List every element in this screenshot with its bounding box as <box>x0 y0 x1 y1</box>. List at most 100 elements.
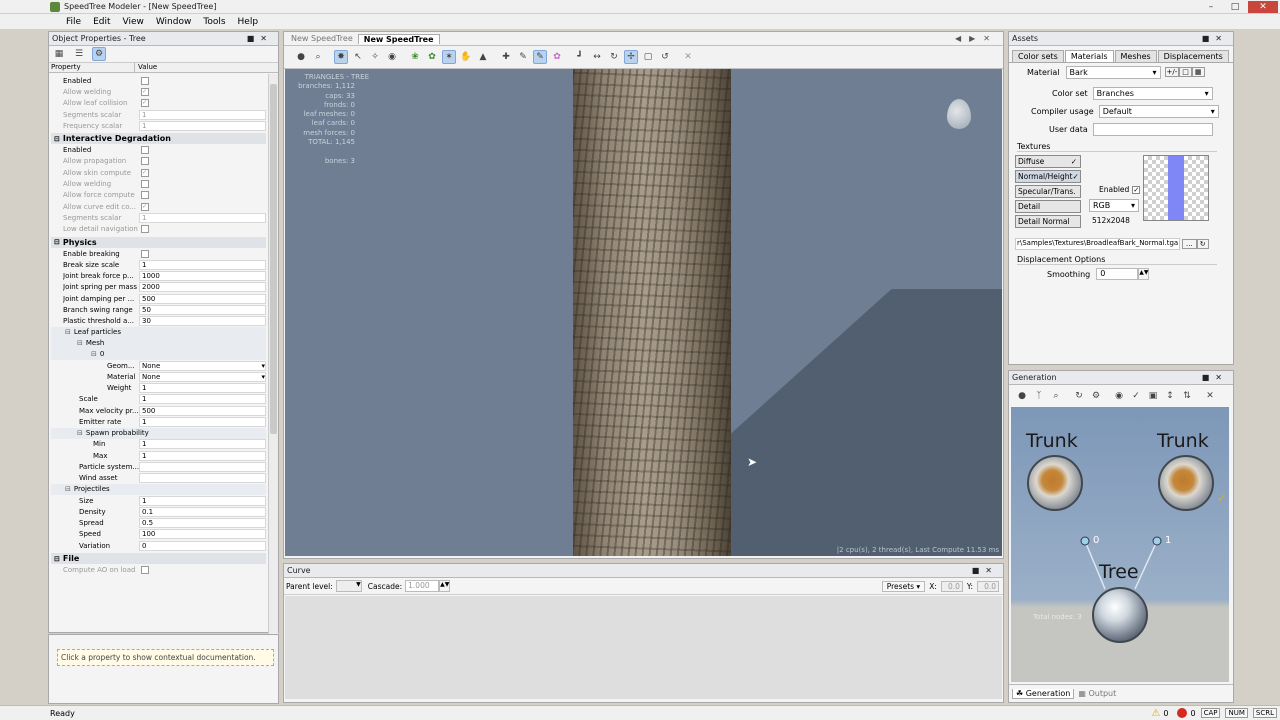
select-tree-icon[interactable]: ✸ <box>334 50 348 64</box>
property-row[interactable]: Size 1 <box>51 495 266 506</box>
property-value[interactable]: 1 <box>139 439 266 450</box>
property-row[interactable]: Allow leaf collision ✓ <box>51 98 266 109</box>
property-row[interactable]: Max velocity pr... 500 <box>51 405 266 416</box>
tab-generation[interactable]: ☘ Generation <box>1012 688 1075 699</box>
y-input[interactable]: 0.0 <box>977 580 999 592</box>
tab-new-speedtree-2[interactable]: New SpeedTree <box>357 33 440 44</box>
gen-check-icon[interactable]: ✓ <box>1129 389 1143 403</box>
collapse-icon[interactable]: ⊟ <box>77 429 83 437</box>
tab-nav-icons[interactable]: ◀▶✕ <box>955 34 998 43</box>
3d-viewport[interactable]: TRIANGLES - TREE branches: 1,112 caps: 33 f… <box>285 69 1002 556</box>
property-row[interactable]: Plastic threshold a... 30 <box>51 316 266 327</box>
tab-materials[interactable]: Materials <box>1064 50 1114 62</box>
property-row[interactable]: Allow welding <box>51 178 266 189</box>
rotate-axis-icon[interactable]: ↻ <box>607 50 621 64</box>
copy-material-button[interactable]: □ <box>1179 67 1192 77</box>
leaf-icon[interactable]: ❀ <box>408 50 422 64</box>
property-value[interactable]: 2000 <box>139 282 266 293</box>
property-row[interactable]: Particle system... <box>51 461 266 472</box>
minimize-button[interactable]: – <box>1200 1 1222 13</box>
property-row[interactable]: Break size scale 1 <box>51 259 266 270</box>
frond-icon[interactable]: ✿ <box>425 50 439 64</box>
property-row[interactable]: Emitter rate 1 <box>51 416 266 428</box>
curve-pin-icon[interactable]: ■✕ <box>972 566 998 575</box>
generation-graph[interactable]: Trunk Trunk 0 1 ✓ Tree Total nodes: 3 <box>1011 407 1229 682</box>
property-pages-icon[interactable]: ⚙ <box>92 47 106 61</box>
menu-help[interactable]: Help <box>238 17 259 27</box>
collapse-icon[interactable]: ⊟ <box>91 350 97 358</box>
property-row[interactable]: Allow welding ✓ <box>51 86 266 97</box>
gen-zoom-icon[interactable]: ● <box>1015 389 1029 403</box>
hand-icon[interactable]: ✋ <box>459 50 473 64</box>
detail-button[interactable]: Detail <box>1015 200 1081 213</box>
gen-lock-icon[interactable]: ▣ <box>1146 389 1160 403</box>
paint-icon[interactable]: ✎ <box>516 50 530 64</box>
property-value[interactable]: 1 <box>139 109 266 120</box>
property-value[interactable]: 1000 <box>139 271 266 282</box>
menu-edit[interactable]: Edit <box>93 17 110 27</box>
property-value[interactable]: 1 <box>139 495 266 506</box>
property-value[interactable]: 1 <box>139 120 266 131</box>
maximize-button[interactable]: □ <box>1224 1 1246 13</box>
property-row[interactable]: Branch swing range 50 <box>51 304 266 315</box>
collapse-icon[interactable]: ⊟ <box>54 238 60 246</box>
property-row[interactable]: Enable breaking <box>51 248 266 259</box>
property-checkbox[interactable] <box>141 157 149 166</box>
property-checkbox[interactable]: ✓ <box>141 99 149 108</box>
property-row[interactable]: Segments scalar 1 <box>51 212 266 223</box>
subsection-projectiles[interactable]: ⊟ Projectiles <box>51 483 266 495</box>
property-row[interactable]: Allow skin compute ✓ <box>51 167 266 178</box>
smoothing-input[interactable]: 0 <box>1096 268 1139 280</box>
collapse-icon[interactable]: ⊟ <box>65 485 71 493</box>
format-dropdown[interactable]: RGB ▾ <box>1089 199 1139 212</box>
select-node-icon[interactable]: ↖ <box>351 50 365 64</box>
color-set-dropdown[interactable]: Branches ▾ <box>1092 86 1213 100</box>
gen-branch-icon[interactable]: ᛉ <box>1032 389 1046 403</box>
property-value[interactable] <box>139 461 266 472</box>
forces-icon[interactable]: ▲ <box>476 50 490 64</box>
cascade-spinner[interactable]: ▲▼ <box>439 580 451 592</box>
property-row[interactable]: Enabled <box>51 144 266 155</box>
property-value[interactable]: 1 <box>139 212 266 223</box>
property-row[interactable]: Compute AO on load <box>51 564 266 575</box>
property-value[interactable] <box>139 473 266 484</box>
generation-pin-icon[interactable]: ■✕ <box>1202 373 1228 382</box>
reload-icon[interactable]: ↻ <box>1196 238 1209 249</box>
cascade-input[interactable]: 1.000 <box>405 580 440 592</box>
property-row[interactable]: Allow propagation <box>51 156 266 167</box>
property-row[interactable]: Frequency scalar 1 <box>51 120 266 131</box>
browse-button[interactable]: ... <box>1182 238 1197 249</box>
property-value[interactable]: 50 <box>139 304 266 315</box>
property-value[interactable]: None ▾ <box>139 360 266 371</box>
pin-icon[interactable]: ■✕ <box>247 34 273 43</box>
property-value[interactable]: 1 <box>139 394 266 405</box>
property-value[interactable]: None ▾ <box>139 371 266 382</box>
property-value[interactable]: 1 <box>139 383 266 394</box>
gen-settings-icon[interactable]: ⚙ <box>1089 389 1103 403</box>
collapse-icon[interactable]: ⊟ <box>54 135 60 143</box>
property-checkbox[interactable] <box>141 180 149 189</box>
subsection-mesh-index[interactable]: ⊟ 0 <box>51 348 266 360</box>
user-data-input[interactable] <box>1092 122 1213 136</box>
enabled-checkbox[interactable]: ✓ <box>1132 185 1141 194</box>
trunk-node-2[interactable] <box>1158 455 1214 511</box>
normal-height-button[interactable]: Normal/Height ✓ <box>1015 170 1081 183</box>
value-column-header[interactable]: Value <box>135 63 157 72</box>
property-row[interactable]: Geom... None ▾ <box>51 360 266 371</box>
property-value[interactable]: 1 <box>139 450 266 461</box>
diffuse-button[interactable]: Diffuse ✓ <box>1015 155 1081 168</box>
property-row[interactable]: Segments scalar 1 <box>51 109 266 120</box>
subsection-spawn-probability[interactable]: ⊟ Spawn probability <box>51 427 266 439</box>
menu-window[interactable]: Window <box>156 17 192 27</box>
categorize-icon[interactable]: ▦ <box>52 47 66 61</box>
property-value[interactable]: 500 <box>139 405 266 416</box>
gen-sort-icon[interactable]: ⇅ <box>1180 389 1194 403</box>
property-row[interactable]: Wind asset <box>51 473 266 484</box>
gen-refresh-icon[interactable]: ↻ <box>1072 389 1086 403</box>
gen-search-icon[interactable]: ⌕ <box>1049 389 1063 403</box>
property-checkbox[interactable] <box>141 225 149 234</box>
warning-icon[interactable]: ⚠ <box>1151 708 1160 719</box>
property-row[interactable]: Scale 1 <box>51 394 266 405</box>
select-spine-icon[interactable]: ✧ <box>368 50 382 64</box>
property-row[interactable]: Weight 1 <box>51 383 266 394</box>
